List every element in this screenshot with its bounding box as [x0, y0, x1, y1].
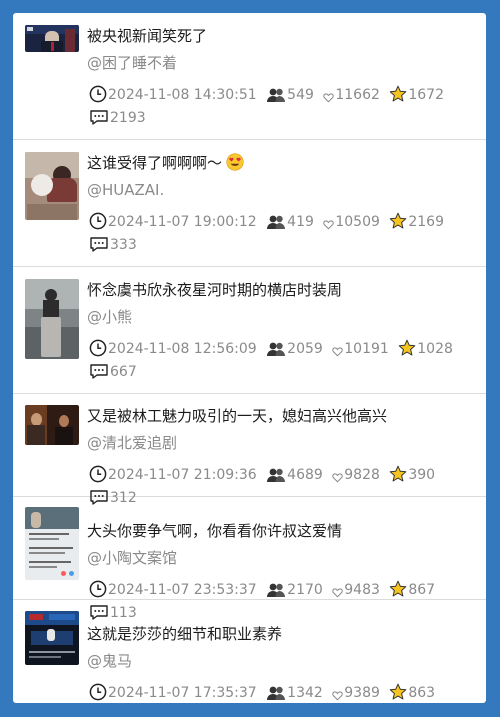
- video-thumbnail[interactable]: [25, 279, 79, 359]
- heart-icon: [332, 347, 343, 357]
- like-count: 9483: [344, 582, 380, 598]
- video-title[interactable]: 怀念虞书欣永夜星河时期的横店时装周: [87, 280, 342, 300]
- video-title[interactable]: 这就是莎莎的细节和职业素养: [87, 624, 282, 644]
- list-item[interactable]: 这谁受得了啊啊啊～ @HUAZAI. 2024-11-07 19:00:12 4…: [13, 140, 486, 267]
- comment-count: 333: [110, 237, 137, 253]
- publish-date: 2024-11-07 17:35:37: [108, 685, 257, 701]
- like-count: 10509: [335, 214, 380, 230]
- video-title[interactable]: 大头你要争气啊，你看看你许叔这爱情: [87, 521, 342, 541]
- users-icon: [267, 342, 286, 356]
- author-name[interactable]: @HUAZAI.: [87, 180, 164, 200]
- star-icon: [390, 580, 407, 597]
- author-name[interactable]: @困了睡不着: [87, 53, 177, 73]
- video-feed-list: 被央视新闻笑死了 @困了睡不着 2024-11-08 14:30:51 549 …: [13, 13, 486, 703]
- favorite-count: 390: [408, 467, 436, 483]
- heart-icon: [332, 588, 343, 598]
- video-stats: 2024-11-07 17:35:37 1342 9389 863 48: [89, 682, 469, 703]
- favorite-count: 867: [408, 582, 436, 598]
- clock-icon: [89, 465, 107, 483]
- viewer-count: 549: [287, 87, 314, 103]
- viewer-count: 2170: [287, 582, 323, 598]
- video-thumbnail[interactable]: [25, 25, 79, 52]
- like-count: 10191: [344, 341, 389, 357]
- clock-icon: [89, 339, 107, 357]
- star-icon: [390, 85, 407, 102]
- heart-eyes-emoji-icon: [226, 153, 244, 171]
- comment-count: 2193: [110, 110, 146, 126]
- clock-icon: [89, 580, 107, 598]
- heart-icon: [323, 93, 335, 103]
- video-title[interactable]: 被央视新闻笑死了: [87, 26, 207, 46]
- users-icon: [267, 686, 286, 700]
- video-thumbnail[interactable]: [25, 152, 79, 220]
- publish-date: 2024-11-08 14:30:51: [108, 87, 257, 103]
- list-item[interactable]: 怀念虞书欣永夜星河时期的横店时装周 @小熊 2024-11-08 12:56:0…: [13, 267, 486, 394]
- comment-count: 667: [110, 364, 137, 380]
- list-item[interactable]: 被央视新闻笑死了 @困了睡不着 2024-11-08 14:30:51 549 …: [13, 13, 486, 140]
- author-name[interactable]: @小熊: [87, 307, 132, 327]
- video-thumbnail[interactable]: [25, 611, 79, 665]
- video-thumbnail[interactable]: [25, 405, 79, 445]
- favorite-count: 1672: [408, 87, 444, 103]
- video-title[interactable]: 这谁受得了啊啊啊～: [87, 153, 244, 173]
- video-stats: 2024-11-08 12:56:09 2059 10191 1028 667: [89, 338, 469, 384]
- viewer-count: 1342: [287, 685, 323, 701]
- video-title[interactable]: 又是被林工魅力吸引的一天，媳妇高兴他高兴: [87, 406, 387, 426]
- author-name[interactable]: @清北爱追剧: [87, 433, 177, 453]
- publish-date: 2024-11-08 12:56:09: [108, 341, 257, 357]
- star-icon: [398, 339, 416, 356]
- like-count: 9389: [344, 685, 380, 701]
- video-stats: 2024-11-08 14:30:51 549 11662 1672 2193: [89, 84, 469, 130]
- list-item[interactable]: 大头你要争气啊，你看看你许叔这爱情 @小陶文案馆 2024-11-07 23:5…: [13, 497, 486, 621]
- list-item[interactable]: 又是被林工魅力吸引的一天，媳妇高兴他高兴 @清北爱追剧 2024-11-07 2…: [13, 394, 486, 506]
- clock-icon: [89, 683, 107, 701]
- heart-icon: [332, 473, 343, 483]
- video-stats: 2024-11-07 19:00:12 419 10509 2169 333: [89, 211, 469, 257]
- viewer-count: 2059: [287, 341, 323, 357]
- video-thumbnail[interactable]: [25, 507, 79, 580]
- comment-icon: [90, 237, 108, 252]
- star-icon: [390, 212, 407, 229]
- viewer-count: 419: [287, 214, 314, 230]
- author-name[interactable]: @鬼马: [87, 651, 132, 671]
- favorite-count: 2169: [408, 214, 444, 230]
- clock-icon: [89, 85, 107, 103]
- publish-date: 2024-11-07 23:53:37: [108, 582, 257, 598]
- users-icon: [267, 468, 286, 482]
- users-icon: [267, 583, 286, 597]
- like-count: 9828: [344, 467, 380, 483]
- favorite-count: 863: [408, 685, 436, 701]
- favorite-count: 1028: [417, 341, 453, 357]
- publish-date: 2024-11-07 21:09:36: [108, 467, 257, 483]
- comment-icon: [90, 364, 108, 379]
- comment-icon: [90, 110, 108, 125]
- heart-icon: [332, 691, 343, 701]
- users-icon: [267, 88, 286, 102]
- viewer-count: 4689: [287, 467, 323, 483]
- like-count: 11662: [335, 87, 380, 103]
- publish-date: 2024-11-07 19:00:12: [108, 214, 257, 230]
- author-name[interactable]: @小陶文案馆: [87, 548, 177, 568]
- star-icon: [390, 465, 407, 482]
- clock-icon: [89, 212, 107, 230]
- users-icon: [267, 215, 286, 229]
- heart-icon: [323, 220, 335, 230]
- list-item[interactable]: 这就是莎莎的细节和职业素养 @鬼马 2024-11-07 17:35:37 13…: [13, 600, 486, 703]
- star-icon: [390, 683, 407, 700]
